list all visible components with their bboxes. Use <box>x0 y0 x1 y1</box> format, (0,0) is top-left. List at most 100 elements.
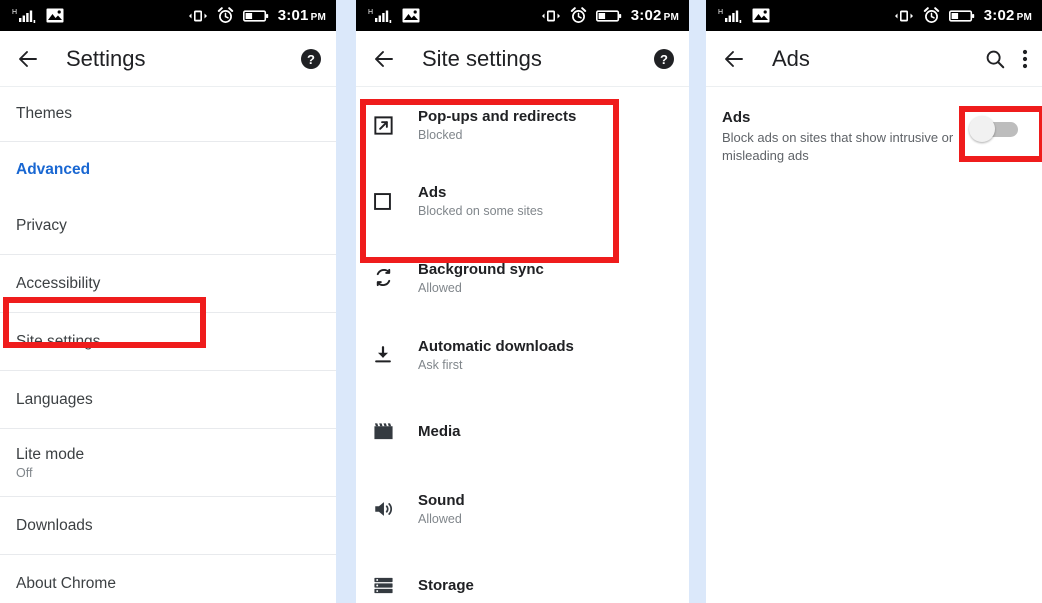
app-bar-site-settings: Site settings ? <box>356 31 689 87</box>
clapperboard-icon <box>372 421 418 442</box>
screenshot-triptych: H 3:01 PM Settings ? Themes Advanced Pri… <box>0 0 1042 603</box>
list-item[interactable]: About Chrome <box>0 555 336 603</box>
site-setting-label: Sound <box>418 491 465 509</box>
list-item-text: Lite mode Off <box>16 446 84 480</box>
list-item[interactable]: Privacy <box>0 197 336 255</box>
svg-text:H: H <box>368 9 373 16</box>
clock-time: 3:01 <box>277 7 309 24</box>
site-setting-label: Automatic downloads <box>418 337 574 355</box>
svg-text:H: H <box>12 9 17 16</box>
site-setting-text: Storage <box>418 577 474 594</box>
site-setting-text: Ads Blocked on some sites <box>418 184 543 218</box>
settings-item-sublabel: Off <box>16 465 33 480</box>
speaker-icon <box>372 498 418 520</box>
phone-screen-site-settings: H 3:02 PM Site settings ? Pop-ups and re… <box>356 0 689 603</box>
settings-item-label: Themes <box>16 105 72 122</box>
more-vert-icon[interactable] <box>1022 48 1028 70</box>
list-item[interactable]: Downloads <box>0 497 336 555</box>
site-setting-text: Pop-ups and redirects Blocked <box>418 108 576 142</box>
sync-icon <box>372 266 418 289</box>
status-bar-left: H <box>368 7 420 24</box>
list-item[interactable]: Accessibility <box>0 255 336 313</box>
site-setting-row-popups[interactable]: Pop-ups and redirects Blocked <box>356 87 689 163</box>
help-icon[interactable]: ? <box>653 48 675 70</box>
help-icon[interactable]: ? <box>300 48 322 70</box>
settings-item-label: Downloads <box>16 516 93 534</box>
site-setting-label: Media <box>418 423 461 440</box>
square-outline-icon <box>372 191 418 212</box>
battery-icon <box>242 9 269 23</box>
site-settings-list: Pop-ups and redirects Blocked Ads Blocke… <box>356 87 689 603</box>
site-setting-row-media[interactable]: Media <box>356 393 689 470</box>
settings-item-label: Accessibility <box>16 274 101 292</box>
launch-icon <box>372 114 418 137</box>
clock-ampm: PM <box>663 12 679 23</box>
settings-item-label: Advanced <box>16 160 91 178</box>
site-setting-label: Pop-ups and redirects <box>418 108 577 125</box>
back-arrow-icon[interactable] <box>722 47 746 71</box>
status-bar-right: 3:02 PM <box>894 7 1032 24</box>
site-setting-status: Ask first <box>418 357 463 372</box>
signal-bars-icon: H <box>718 7 744 24</box>
site-setting-row-storage[interactable]: Storage <box>356 547 689 603</box>
list-item[interactable]: Languages <box>0 371 336 429</box>
ads-toggle[interactable] <box>966 115 1020 143</box>
site-setting-text: Automatic downloads Ask first <box>418 338 574 372</box>
list-item-site-settings[interactable]: Site settings <box>0 313 336 371</box>
alarm-clock-icon <box>923 7 940 24</box>
clock-time: 3:02 <box>630 7 662 24</box>
status-bar-left: H <box>718 7 770 24</box>
image-icon <box>46 8 64 23</box>
storage-icon <box>372 575 418 596</box>
settings-item-label: Site settings <box>16 332 101 350</box>
site-setting-status: Allowed <box>418 511 462 526</box>
clock-ampm: PM <box>310 12 326 23</box>
list-item[interactable]: Themes <box>0 87 336 142</box>
site-setting-status: Allowed <box>418 280 462 295</box>
settings-item-label: Languages <box>16 390 93 408</box>
status-bar: H <box>356 0 689 31</box>
phone-screen-settings: H 3:01 PM Settings ? Themes Advanced Pri… <box>0 0 336 603</box>
status-bar-clock: 3:02 PM <box>631 7 679 24</box>
svg-text:?: ? <box>307 52 315 67</box>
battery-icon <box>948 9 975 23</box>
alarm-clock-icon <box>217 7 234 24</box>
site-setting-label: Storage <box>418 577 474 594</box>
phone-screen-ads: H 3:02 PM Ads Ads Block ads on sites tha… <box>706 0 1042 603</box>
site-setting-text: Sound Allowed <box>418 492 465 526</box>
status-bar-left: H <box>12 7 64 24</box>
image-icon <box>402 8 420 23</box>
site-setting-row-ads[interactable]: Ads Blocked on some sites <box>356 163 689 239</box>
vibrate-icon <box>541 8 561 24</box>
ads-setting-title: Ads <box>722 109 751 126</box>
list-item[interactable]: Lite mode Off <box>0 429 336 497</box>
clock-time: 3:02 <box>983 7 1015 24</box>
svg-text:H: H <box>718 9 723 16</box>
settings-item-label: Lite mode <box>16 445 85 463</box>
list-item[interactable]: Advanced <box>0 142 336 197</box>
status-bar-right: 3:01 PM <box>188 7 326 24</box>
back-arrow-icon[interactable] <box>16 47 40 71</box>
download-icon <box>372 344 418 366</box>
status-bar-clock: 3:01 PM <box>278 7 326 24</box>
settings-list: Themes Advanced Privacy Accessibility Si… <box>0 87 336 603</box>
ads-setting-description: Block ads on sites that show intrusive o… <box>722 130 954 163</box>
page-title: Site settings <box>422 45 542 71</box>
vibrate-icon <box>188 8 208 24</box>
ads-setting-block: Ads Block ads on sites that show intrusi… <box>706 87 1042 165</box>
alarm-clock-icon <box>570 7 587 24</box>
back-arrow-icon[interactable] <box>372 47 396 71</box>
status-bar: H <box>0 0 336 31</box>
site-setting-row-background-sync[interactable]: Background sync Allowed <box>356 239 689 316</box>
app-bar-ads: Ads <box>706 31 1042 87</box>
search-icon[interactable] <box>984 48 1006 70</box>
site-setting-text: Media <box>418 423 461 440</box>
vibrate-icon <box>894 8 914 24</box>
settings-item-label: About Chrome <box>16 574 116 592</box>
toggle-thumb <box>969 116 995 142</box>
signal-bars-icon: H <box>368 7 394 24</box>
page-title: Settings <box>66 45 146 71</box>
site-setting-row-sound[interactable]: Sound Allowed <box>356 470 689 547</box>
site-setting-row-automatic-downloads[interactable]: Automatic downloads Ask first <box>356 316 689 393</box>
status-bar-right: 3:02 PM <box>541 7 679 24</box>
